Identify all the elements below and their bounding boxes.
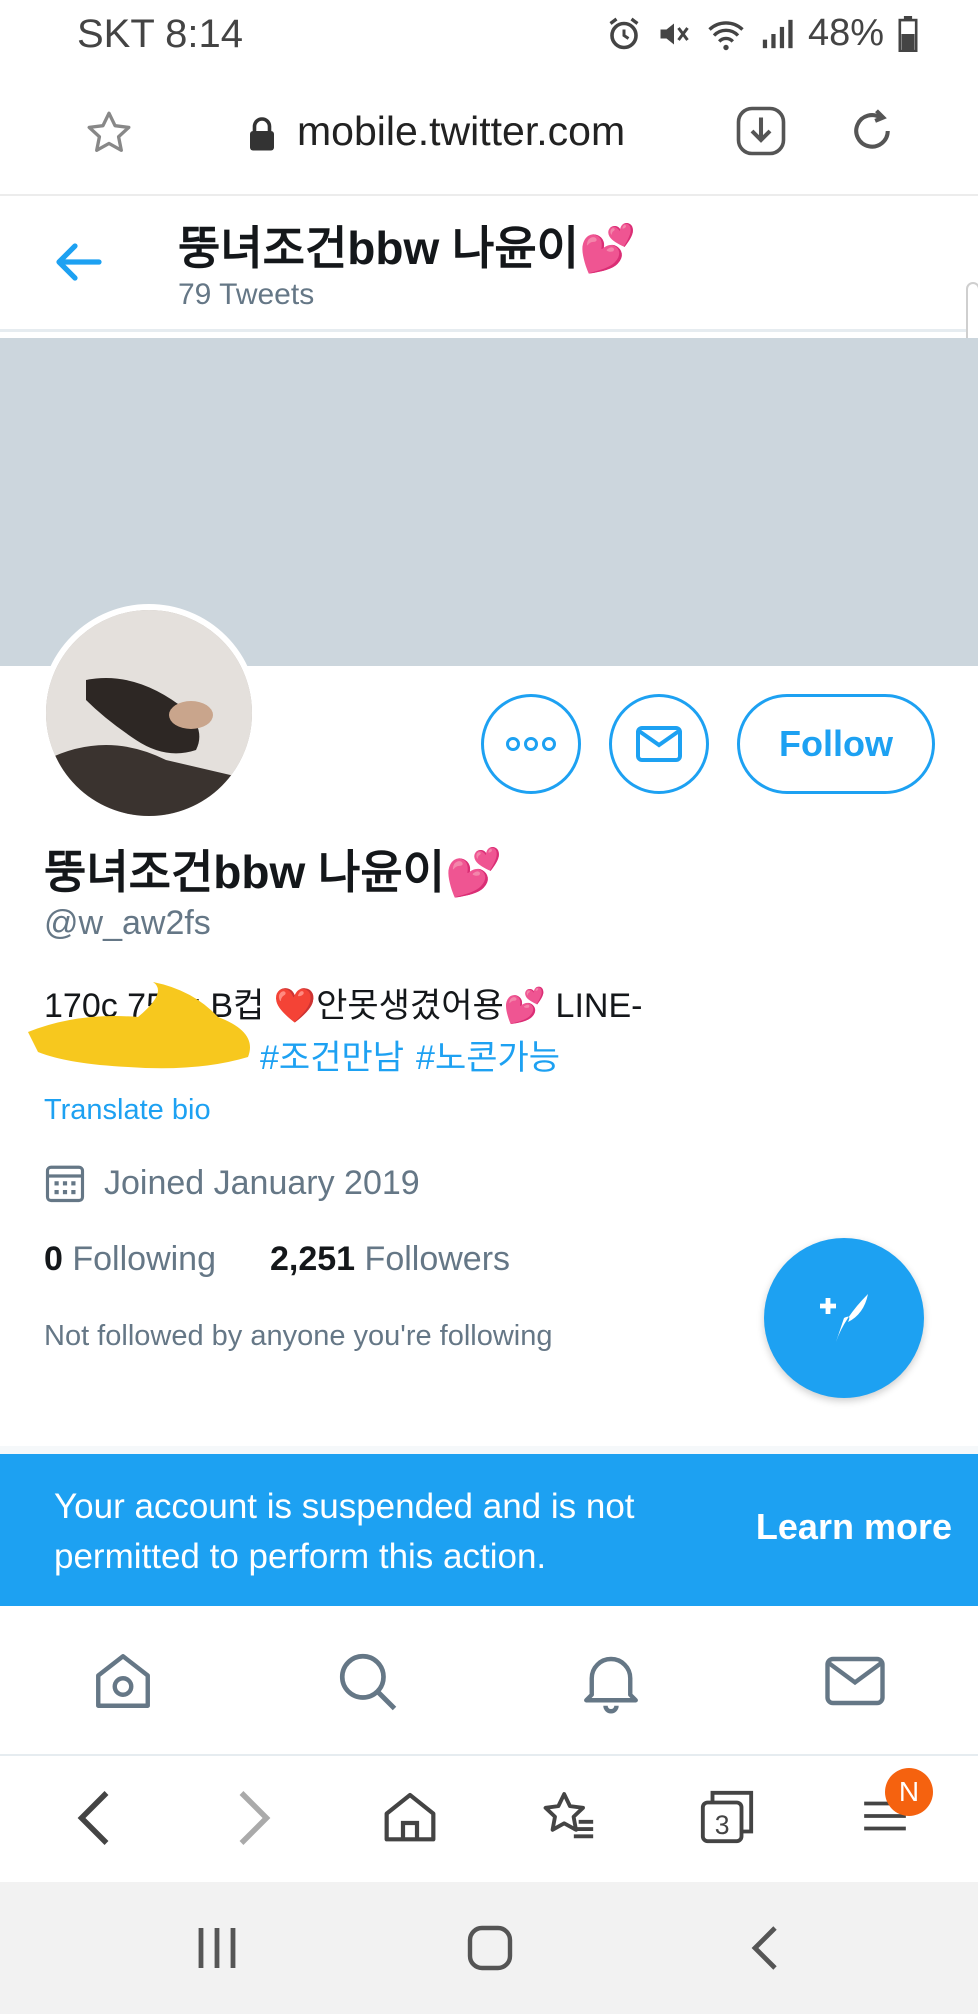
suspension-message: Your account is suspended and is not per… [54,1487,635,1576]
mute-icon [660,23,689,44]
system-home-icon[interactable] [466,1924,514,1972]
url-address[interactable]: mobile.twitter.com [297,108,625,155]
follow-button[interactable]: Follow [737,694,935,794]
browser-url-bar: mobile.twitter.com [0,68,978,196]
tabs-icon[interactable]: 3 [698,1788,756,1846]
battery-icon [898,15,918,52]
recents-icon[interactable] [195,1924,239,1972]
follow-stats: 0 Following 2,251 Followers [44,1240,510,1279]
following-count: 0 [44,1240,63,1278]
section-divider [0,1446,978,1454]
twitter-bottom-nav [0,1606,978,1756]
followers-count: 2,251 [270,1240,356,1278]
avatar-photo [46,610,252,816]
not-followed-note: Not followed by anyone you're following [44,1320,553,1352]
signal-icon [762,19,793,48]
notifications-bell-icon[interactable] [578,1648,644,1714]
profile-header: 뚱녀조건bbw 나윤이💕 79 Tweets [0,198,978,332]
messages-mail-icon[interactable] [822,1648,888,1714]
bookmarks-icon[interactable] [540,1788,598,1846]
calendar-icon [45,1165,85,1203]
profile-handle: @w_aw2fs [44,904,211,942]
joined-text: Joined January 2019 [104,1163,420,1202]
browser-forward-icon[interactable] [230,1788,278,1848]
mail-icon [636,726,682,762]
hashtag-link[interactable]: #노콘가능 [416,1039,560,1077]
system-back-icon[interactable] [748,1924,782,1972]
avatar[interactable] [40,604,258,822]
browser-home-icon[interactable] [382,1788,438,1844]
following-link[interactable]: 0 Following [44,1240,216,1278]
download-icon[interactable] [734,104,788,158]
followers-label: Followers [364,1240,511,1278]
home-icon[interactable] [90,1648,156,1714]
search-icon[interactable] [334,1648,400,1714]
status-icons: 48% [606,12,918,55]
suspension-banner: Your account is suspended and is not per… [0,1454,978,1606]
redaction-scribble [28,982,250,1069]
hashtag-link[interactable]: #조건만남 [260,1039,404,1077]
compose-tweet-button[interactable] [764,1238,924,1398]
followers-link[interactable]: 2,251 Followers [270,1240,510,1278]
battery-percent: 48% [807,12,884,54]
message-button[interactable] [609,694,709,794]
more-dots-icon [506,737,556,751]
back-arrow-icon[interactable] [55,240,103,284]
profile-name: 뚱녀조건bbw 나윤이💕 [44,846,503,898]
reload-icon[interactable] [845,104,899,158]
following-label: Following [72,1240,216,1278]
browser-toolbar: 3 [0,1756,978,1882]
status-bar: SKT 8:14 48% [0,0,978,68]
alarm-icon [609,17,639,49]
joined-date: Joined January 2019 [44,1162,420,1204]
carrier-time: SKT 8:14 [77,12,244,56]
learn-more-link[interactable]: Learn more [756,1506,952,1548]
wifi-icon [708,20,744,50]
compose-feather-icon [820,1294,868,1342]
tweet-count: 79 Tweets [178,278,315,311]
more-options-button[interactable] [481,694,581,794]
lock-icon [250,117,274,151]
system-nav-bar [0,1882,978,2014]
bookmark-star-icon[interactable] [84,108,134,158]
tab-count: 3 [715,1810,730,1840]
header-title: 뚱녀조건bbw 나윤이💕 [178,222,637,274]
notification-badge: N [885,1768,933,1816]
translate-bio-link[interactable]: Translate bio [44,1094,211,1127]
browser-back-icon[interactable] [70,1788,118,1848]
